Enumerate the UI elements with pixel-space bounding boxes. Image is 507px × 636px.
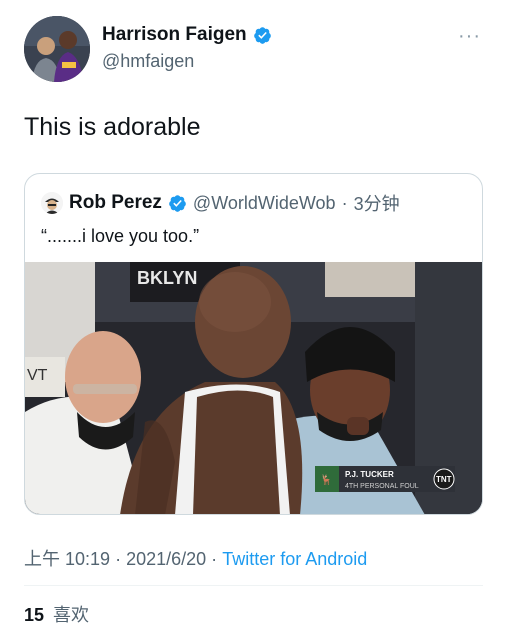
quoted-tweet-text: “.......i love you too.”	[41, 226, 200, 246]
tweet-source-link[interactable]: Twitter for Android	[222, 549, 367, 569]
quoted-tweet-media[interactable]: BKLYN VT 🦌 P.J. TUCKER 4TH PERSONAL FOUL…	[25, 262, 482, 514]
tweet-text: This is adorable	[24, 113, 201, 141]
avatar-photo	[24, 16, 90, 82]
tweet-metadata: 上午 10:19 · 2021/6/20 · Twitter for Andro…	[24, 545, 367, 571]
quoted-tweet-header: Rob Perez @WorldWideWob · 3分钟	[41, 190, 400, 216]
verified-badge-icon	[253, 26, 271, 44]
quoted-avatar-graphic	[41, 192, 63, 214]
quoted-tweet-card[interactable]: Rob Perez @WorldWideWob · 3分钟 “.......i …	[24, 173, 483, 515]
tweet-time: 上午 10:19	[24, 549, 111, 569]
quoted-separator: ·	[341, 192, 348, 213]
quoted-display-name: Rob Perez	[69, 192, 162, 213]
quoted-timestamp: 3分钟	[353, 194, 400, 214]
author-display-name[interactable]: Harrison Faigen	[102, 24, 247, 46]
quoted-author-avatar	[41, 192, 63, 214]
background-sign-text: VT	[27, 367, 48, 384]
overlay-player-name: P.J. TUCKER	[345, 470, 394, 479]
quoted-handle: @WorldWideWob	[192, 192, 336, 213]
author-name-row: Harrison Faigen	[102, 24, 272, 46]
tweet-date: 2021/6/20	[126, 549, 207, 569]
likes-stat[interactable]: 15 喜欢	[24, 601, 89, 627]
quoted-verified-badge-icon	[169, 194, 186, 212]
meta-separator: ·	[115, 549, 122, 569]
network-logo: TNT	[436, 475, 452, 484]
basketball-broadcast-image: BKLYN VT 🦌 P.J. TUCKER 4TH PERSONAL FOUL…	[25, 262, 482, 514]
likes-count: 15	[24, 605, 45, 625]
team-logo-icon: 🦌	[320, 473, 332, 486]
jersey-text: BKLYN	[137, 268, 197, 288]
author-handle[interactable]: @hmfaigen	[102, 51, 194, 72]
more-options-icon[interactable]: ···	[458, 26, 481, 46]
tweet-header: Harrison Faigen @hmfaigen ···	[24, 16, 483, 82]
overlay-foul-text: 4TH PERSONAL FOUL	[345, 483, 419, 490]
author-avatar[interactable]	[24, 16, 90, 82]
likes-label: 喜欢	[53, 605, 90, 625]
meta-separator: ·	[211, 549, 218, 569]
divider	[24, 585, 483, 586]
